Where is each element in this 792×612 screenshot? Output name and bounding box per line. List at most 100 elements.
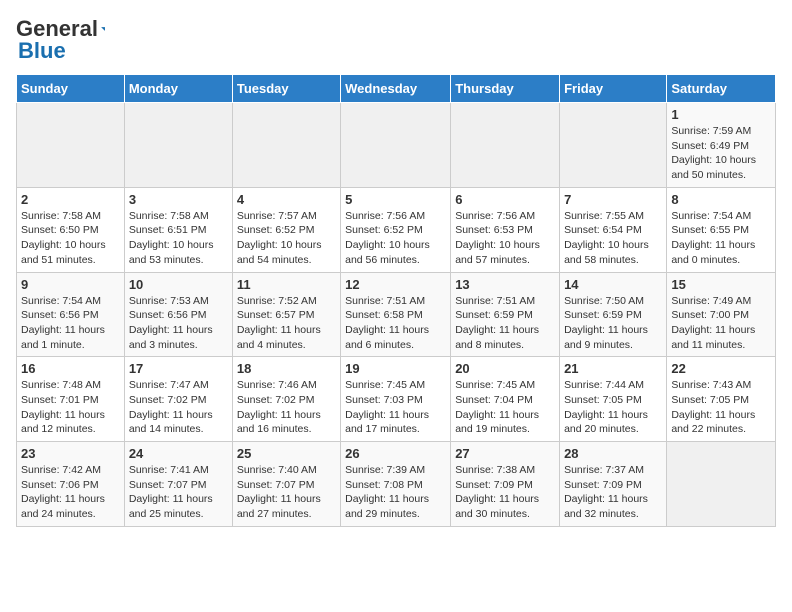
day-number: 24	[129, 446, 228, 461]
calendar-cell: 23 Sunrise: 7:42 AM Sunset: 7:06 PM Dayli…	[17, 442, 125, 527]
day-number: 14	[564, 277, 662, 292]
day-number: 2	[21, 192, 120, 207]
cell-info: Sunrise: 7:43 AM Sunset: 7:05 PM Dayligh…	[671, 378, 771, 437]
cell-info: Sunrise: 7:39 AM Sunset: 7:08 PM Dayligh…	[345, 463, 446, 522]
cell-info: Sunrise: 7:52 AM Sunset: 6:57 PM Dayligh…	[237, 294, 336, 353]
col-header-thursday: Thursday	[451, 75, 560, 103]
cell-info: Sunrise: 7:48 AM Sunset: 7:01 PM Dayligh…	[21, 378, 120, 437]
cell-info: Sunrise: 7:54 AM Sunset: 6:56 PM Dayligh…	[21, 294, 120, 353]
calendar-cell: 26 Sunrise: 7:39 AM Sunset: 7:08 PM Dayli…	[341, 442, 451, 527]
day-number: 18	[237, 361, 336, 376]
week-row-2: 2 Sunrise: 7:58 AM Sunset: 6:50 PM Daylig…	[17, 187, 776, 272]
calendar-cell: 25 Sunrise: 7:40 AM Sunset: 7:07 PM Dayli…	[232, 442, 340, 527]
cell-info: Sunrise: 7:40 AM Sunset: 7:07 PM Dayligh…	[237, 463, 336, 522]
calendar-cell: 20 Sunrise: 7:45 AM Sunset: 7:04 PM Dayli…	[451, 357, 560, 442]
logo: General Blue	[16, 16, 106, 64]
cell-info: Sunrise: 7:49 AM Sunset: 7:00 PM Dayligh…	[671, 294, 771, 353]
cell-info: Sunrise: 7:45 AM Sunset: 7:04 PM Dayligh…	[455, 378, 555, 437]
day-number: 20	[455, 361, 555, 376]
calendar-cell	[341, 103, 451, 188]
col-header-wednesday: Wednesday	[341, 75, 451, 103]
day-number: 9	[21, 277, 120, 292]
calendar-cell: 24 Sunrise: 7:41 AM Sunset: 7:07 PM Dayli…	[124, 442, 232, 527]
cell-info: Sunrise: 7:44 AM Sunset: 7:05 PM Dayligh…	[564, 378, 662, 437]
cell-info: Sunrise: 7:54 AM Sunset: 6:55 PM Dayligh…	[671, 209, 771, 268]
logo-arrow-icon	[100, 18, 106, 40]
day-number: 6	[455, 192, 555, 207]
calendar-cell: 13 Sunrise: 7:51 AM Sunset: 6:59 PM Dayli…	[451, 272, 560, 357]
cell-info: Sunrise: 7:37 AM Sunset: 7:09 PM Dayligh…	[564, 463, 662, 522]
calendar-cell: 6Sunrise: 7:56 AM Sunset: 6:53 PM Daylig…	[451, 187, 560, 272]
calendar-table: SundayMondayTuesdayWednesdayThursdayFrid…	[16, 74, 776, 527]
calendar-cell: 1 Sunrise: 7:59 AM Sunset: 6:49 PM Daylig…	[667, 103, 776, 188]
day-number: 5	[345, 192, 446, 207]
cell-info: Sunrise: 7:46 AM Sunset: 7:02 PM Dayligh…	[237, 378, 336, 437]
calendar-cell: 10 Sunrise: 7:53 AM Sunset: 6:56 PM Dayli…	[124, 272, 232, 357]
week-row-3: 9 Sunrise: 7:54 AM Sunset: 6:56 PM Daylig…	[17, 272, 776, 357]
calendar-cell: 15 Sunrise: 7:49 AM Sunset: 7:00 PM Dayli…	[667, 272, 776, 357]
day-number: 1	[671, 107, 771, 122]
calendar-cell: 21 Sunrise: 7:44 AM Sunset: 7:05 PM Dayli…	[560, 357, 667, 442]
cell-info: Sunrise: 7:58 AM Sunset: 6:50 PM Dayligh…	[21, 209, 120, 268]
calendar-cell: 7 Sunrise: 7:55 AM Sunset: 6:54 PM Daylig…	[560, 187, 667, 272]
cell-info: Sunrise: 7:47 AM Sunset: 7:02 PM Dayligh…	[129, 378, 228, 437]
day-number: 26	[345, 446, 446, 461]
cell-info: Sunrise: 7:42 AM Sunset: 7:06 PM Dayligh…	[21, 463, 120, 522]
calendar-cell: 22Sunrise: 7:43 AM Sunset: 7:05 PM Dayli…	[667, 357, 776, 442]
cell-info: Sunrise: 7:51 AM Sunset: 6:59 PM Dayligh…	[455, 294, 555, 353]
calendar-cell	[451, 103, 560, 188]
day-number: 15	[671, 277, 771, 292]
calendar-cell: 3 Sunrise: 7:58 AM Sunset: 6:51 PM Daylig…	[124, 187, 232, 272]
cell-info: Sunrise: 7:58 AM Sunset: 6:51 PM Dayligh…	[129, 209, 228, 268]
day-number: 17	[129, 361, 228, 376]
calendar-cell: 14 Sunrise: 7:50 AM Sunset: 6:59 PM Dayli…	[560, 272, 667, 357]
col-header-friday: Friday	[560, 75, 667, 103]
calendar-cell: 8 Sunrise: 7:54 AM Sunset: 6:55 PM Daylig…	[667, 187, 776, 272]
day-number: 23	[21, 446, 120, 461]
calendar-cell	[232, 103, 340, 188]
page-header: General Blue	[16, 16, 776, 64]
day-number: 16	[21, 361, 120, 376]
day-number: 13	[455, 277, 555, 292]
day-number: 19	[345, 361, 446, 376]
calendar-cell: 2 Sunrise: 7:58 AM Sunset: 6:50 PM Daylig…	[17, 187, 125, 272]
day-number: 12	[345, 277, 446, 292]
cell-info: Sunrise: 7:50 AM Sunset: 6:59 PM Dayligh…	[564, 294, 662, 353]
day-number: 25	[237, 446, 336, 461]
calendar-cell: 18 Sunrise: 7:46 AM Sunset: 7:02 PM Dayli…	[232, 357, 340, 442]
day-number: 4	[237, 192, 336, 207]
calendar-cell: 4 Sunrise: 7:57 AM Sunset: 6:52 PM Daylig…	[232, 187, 340, 272]
cell-info: Sunrise: 7:51 AM Sunset: 6:58 PM Dayligh…	[345, 294, 446, 353]
calendar-cell: 19 Sunrise: 7:45 AM Sunset: 7:03 PM Dayli…	[341, 357, 451, 442]
day-number: 7	[564, 192, 662, 207]
cell-info: Sunrise: 7:53 AM Sunset: 6:56 PM Dayligh…	[129, 294, 228, 353]
week-row-1: 1 Sunrise: 7:59 AM Sunset: 6:49 PM Daylig…	[17, 103, 776, 188]
week-row-4: 16 Sunrise: 7:48 AM Sunset: 7:01 PM Dayli…	[17, 357, 776, 442]
calendar-cell: 16 Sunrise: 7:48 AM Sunset: 7:01 PM Dayli…	[17, 357, 125, 442]
col-header-sunday: Sunday	[17, 75, 125, 103]
calendar-cell	[667, 442, 776, 527]
cell-info: Sunrise: 7:59 AM Sunset: 6:49 PM Dayligh…	[671, 124, 771, 183]
cell-info: Sunrise: 7:55 AM Sunset: 6:54 PM Dayligh…	[564, 209, 662, 268]
calendar-cell	[560, 103, 667, 188]
day-number: 3	[129, 192, 228, 207]
day-number: 8	[671, 192, 771, 207]
day-number: 28	[564, 446, 662, 461]
week-row-5: 23 Sunrise: 7:42 AM Sunset: 7:06 PM Dayli…	[17, 442, 776, 527]
calendar-cell: 27 Sunrise: 7:38 AM Sunset: 7:09 PM Dayli…	[451, 442, 560, 527]
cell-info: Sunrise: 7:38 AM Sunset: 7:09 PM Dayligh…	[455, 463, 555, 522]
calendar-cell: 28 Sunrise: 7:37 AM Sunset: 7:09 PM Dayli…	[560, 442, 667, 527]
calendar-cell	[124, 103, 232, 188]
calendar-cell: 9 Sunrise: 7:54 AM Sunset: 6:56 PM Daylig…	[17, 272, 125, 357]
calendar-cell: 12 Sunrise: 7:51 AM Sunset: 6:58 PM Dayli…	[341, 272, 451, 357]
day-number: 10	[129, 277, 228, 292]
cell-info: Sunrise: 7:57 AM Sunset: 6:52 PM Dayligh…	[237, 209, 336, 268]
day-number: 21	[564, 361, 662, 376]
calendar-cell: 17 Sunrise: 7:47 AM Sunset: 7:02 PM Dayli…	[124, 357, 232, 442]
cell-info: Sunrise: 7:45 AM Sunset: 7:03 PM Dayligh…	[345, 378, 446, 437]
header-row: SundayMondayTuesdayWednesdayThursdayFrid…	[17, 75, 776, 103]
day-number: 27	[455, 446, 555, 461]
cell-info: Sunrise: 7:41 AM Sunset: 7:07 PM Dayligh…	[129, 463, 228, 522]
calendar-cell: 11Sunrise: 7:52 AM Sunset: 6:57 PM Dayli…	[232, 272, 340, 357]
col-header-monday: Monday	[124, 75, 232, 103]
